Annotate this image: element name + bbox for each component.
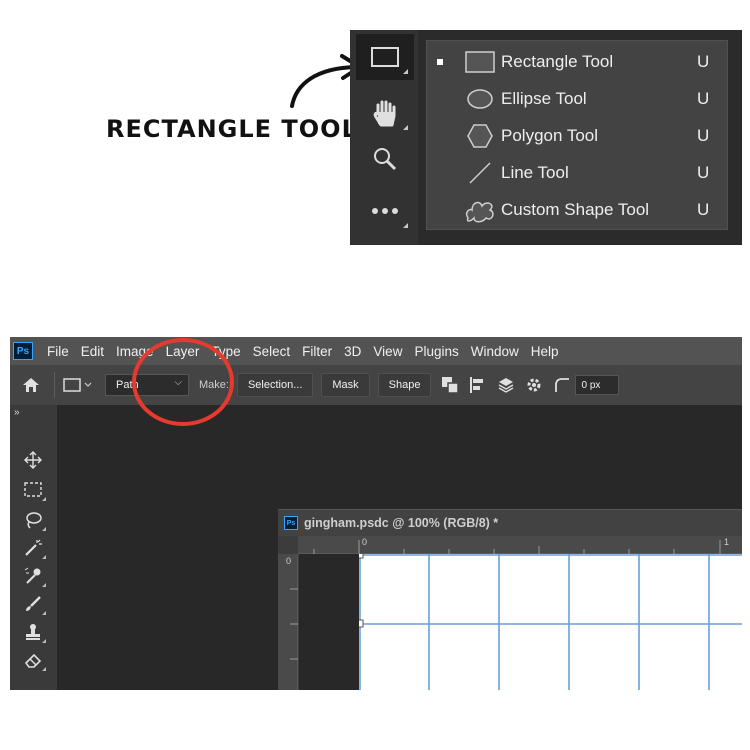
menu-select[interactable]: Select (253, 344, 291, 359)
custom-shape-icon (465, 201, 494, 222)
corner-radius-icon (555, 378, 570, 392)
marquee-icon (24, 482, 42, 497)
callout-label: RECTANGLE TOOL (106, 115, 358, 143)
magic-wand-tool[interactable] (18, 535, 48, 561)
highlight-circle-annotation (132, 338, 234, 426)
lasso-tool[interactable] (18, 507, 48, 533)
menu-plugins[interactable]: Plugins (414, 344, 458, 359)
photoshop-window: Ps File Edit Image Layer Type Select Fil… (10, 337, 742, 690)
shortcut-key: U (697, 199, 710, 219)
ellipse-icon (467, 88, 493, 109)
path-arrangement-button[interactable] (495, 374, 517, 396)
rectangle-icon (465, 50, 495, 73)
document-tab[interactable]: Ps gingham.psdc @ 100% (RGB/8) * (278, 509, 742, 536)
polygon-icon (467, 123, 493, 148)
menu-item-polygon-tool[interactable]: Polygon Tool U (427, 117, 729, 154)
more-tools-button[interactable] (356, 188, 414, 234)
make-selection-button[interactable]: Selection... (236, 373, 314, 397)
shortcut-key: U (697, 125, 710, 145)
path-arrangement-icon (499, 378, 514, 393)
shortcut-key: U (697, 162, 710, 182)
line-icon (469, 161, 491, 184)
ruler-ticks (313, 540, 721, 554)
tool-preset-picker[interactable] (61, 374, 95, 396)
document-title: gingham.psdc @ 100% (RGB/8) * (304, 516, 499, 530)
eraser-icon (24, 653, 42, 668)
zoom-icon (374, 148, 397, 171)
home-icon (23, 378, 39, 392)
stamp-tool[interactable] (18, 619, 48, 645)
menu-item-label: Custom Shape Tool (501, 199, 650, 219)
document-canvas[interactable] (359, 554, 742, 690)
ruler-horizontal[interactable]: 0 1 (298, 536, 742, 554)
menu-item-custom-shape-tool[interactable]: Custom Shape Tool U (427, 191, 729, 228)
eyedropper-tool[interactable] (18, 563, 48, 589)
expand-panel-toggle[interactable]: » (14, 407, 20, 418)
menu-item-line-tool[interactable]: Line Tool U (427, 154, 729, 191)
menu-help[interactable]: Help (531, 344, 559, 359)
ruler-vertical[interactable]: 0 (278, 554, 298, 690)
menu-item-ellipse-tool[interactable]: Ellipse Tool U (427, 80, 729, 117)
path-operations-icon (442, 377, 460, 394)
marquee-tool[interactable] (18, 477, 48, 503)
eraser-tool[interactable] (18, 647, 48, 673)
menu-edit[interactable]: Edit (81, 344, 104, 359)
rectangle-icon (371, 47, 399, 67)
more-icon (372, 208, 398, 214)
hand-icon (373, 100, 396, 127)
shape-tool-flyout: Rectangle Tool U Ellipse Tool U Polygon … (350, 30, 742, 245)
menu-window[interactable]: Window (471, 344, 519, 359)
pasteboard (299, 554, 359, 690)
options-bar: Path ⌵ Make: Selection... Mask Shape 0 p… (10, 365, 742, 405)
corner-radius-icon-wrap (551, 374, 573, 396)
tool-strip (350, 30, 418, 245)
menu-item-label: Line Tool (501, 162, 569, 182)
magic-wand-icon (25, 539, 42, 556)
brush-icon (26, 596, 41, 611)
ruler-ticks (290, 588, 298, 660)
make-mask-button[interactable]: Mask (321, 373, 370, 397)
menu-view[interactable]: View (373, 344, 402, 359)
menu-item-label: Ellipse Tool (501, 88, 587, 108)
document-window: Ps gingham.psdc @ 100% (RGB/8) * 0 1 0 (278, 509, 742, 690)
menu-item-label: Rectangle Tool (501, 51, 614, 71)
shortcut-key: U (697, 88, 710, 108)
lasso-icon (26, 512, 42, 529)
menu-item-label: Polygon Tool (501, 125, 599, 145)
shortcut-key: U (697, 51, 710, 71)
menu-file[interactable]: File (47, 344, 69, 359)
move-tool[interactable] (18, 447, 48, 473)
stamp-icon (26, 624, 40, 640)
brush-tool[interactable] (18, 591, 48, 617)
settings-button[interactable] (523, 374, 545, 396)
app-logo: Ps (13, 342, 33, 360)
eyedropper-icon (24, 567, 41, 584)
move-icon (24, 451, 42, 469)
gear-icon (527, 378, 541, 392)
shape-tools-menu: Rectangle Tool U Ellipse Tool U Polygon … (426, 40, 728, 230)
home-button[interactable] (20, 374, 42, 396)
corner-radius-input[interactable]: 0 px (575, 375, 620, 395)
path-operations-button[interactable] (439, 374, 461, 396)
menu-filter[interactable]: Filter (302, 344, 332, 359)
tools-panel: » (10, 405, 57, 690)
menu-bar: Ps File Edit Image Layer Type Select Fil… (10, 337, 742, 365)
zoom-tool-button[interactable] (356, 136, 414, 182)
rectangle-tool-button[interactable] (356, 34, 414, 80)
document-ps-icon: Ps (284, 516, 298, 530)
hand-tool-button[interactable] (356, 90, 414, 136)
path-alignment-icon (470, 377, 484, 393)
menu-3d[interactable]: 3D (344, 344, 361, 359)
selected-bullet (437, 58, 443, 65)
rectangle-icon (63, 378, 92, 392)
gingham-grid (359, 554, 742, 690)
make-shape-button[interactable]: Shape (377, 373, 432, 397)
menu-item-rectangle-tool[interactable]: Rectangle Tool U (427, 43, 729, 80)
path-alignment-button[interactable] (467, 374, 489, 396)
